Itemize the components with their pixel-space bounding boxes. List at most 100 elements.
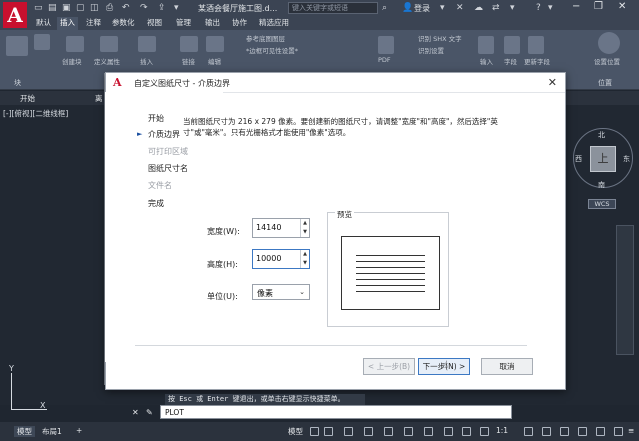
tab-insert[interactable]: 插入 <box>57 17 78 30</box>
annotation-scale[interactable]: 1:1 <box>496 426 508 435</box>
insert-icon[interactable] <box>138 36 156 52</box>
wcs-menu[interactable]: WCS <box>588 199 616 209</box>
dropdown-icon[interactable]: ▾ <box>174 3 179 13</box>
exchange-icon[interactable]: ✕ <box>456 3 464 13</box>
tab-featured-apps[interactable]: 精选应用 <box>256 17 292 30</box>
search-icon[interactable]: ⌕ <box>382 3 387 13</box>
fullscreen-icon[interactable] <box>614 427 623 436</box>
compass-west[interactable]: 西 <box>575 154 582 164</box>
app-logo[interactable]: A <box>0 0 30 32</box>
connect-icon[interactable]: ⇄ <box>492 3 500 13</box>
isolate-icon[interactable] <box>578 427 587 436</box>
recognize-shx-text-label[interactable]: 识别 SHX 文字 <box>418 33 462 43</box>
polar-icon[interactable] <box>364 427 373 436</box>
tab-default[interactable]: 默认 <box>33 17 54 30</box>
undo-icon[interactable]: ↶ <box>122 3 130 13</box>
restore-icon[interactable]: ❐ <box>594 1 603 12</box>
hardware-icon[interactable] <box>596 427 605 436</box>
chevron-down-icon[interactable]: ▾ <box>440 3 445 13</box>
share-icon[interactable]: ⇪ <box>158 3 166 13</box>
lineweight-icon[interactable] <box>424 427 433 436</box>
gear-icon[interactable] <box>524 427 533 436</box>
print-icon[interactable]: ⎙ <box>106 3 113 13</box>
tab-output[interactable]: 输出 <box>202 17 223 30</box>
transparency-icon[interactable] <box>444 427 453 436</box>
preview-line <box>356 273 425 274</box>
wrench-icon[interactable]: ✎ <box>146 408 153 417</box>
tab-collaborate[interactable]: 协作 <box>229 17 250 30</box>
set-location-icon[interactable] <box>598 32 620 54</box>
close-icon[interactable]: ✕ <box>618 1 626 12</box>
viewport-label[interactable]: [-][俯视][二维线框] <box>3 108 68 119</box>
file-tab-start[interactable]: 开始 <box>20 93 35 104</box>
import-icon[interactable] <box>478 36 494 54</box>
chevron-down-icon[interactable]: ▼ <box>301 228 309 237</box>
underlay-layers-label[interactable]: 参考底图图层 <box>246 33 285 43</box>
width-spin-buttons: ▲ ▼ <box>300 219 309 237</box>
menu-icon[interactable]: ≡ <box>628 426 634 435</box>
compass-north[interactable]: 北 <box>598 130 605 140</box>
field-icon[interactable] <box>504 36 520 54</box>
edit-icon[interactable] <box>206 36 224 52</box>
edit-block-icon[interactable] <box>34 34 50 50</box>
close-icon[interactable]: ✕ <box>548 76 557 89</box>
help-button[interactable]: ? <box>536 3 541 13</box>
height-value[interactable]: 10000 <box>256 254 281 263</box>
model-space-button[interactable]: 模型 <box>288 426 303 437</box>
save-as-icon[interactable]: ▢ <box>76 3 85 13</box>
chevron-down-icon[interactable]: ▾ <box>548 3 553 13</box>
width-stepper[interactable]: 14140 ▲ ▼ <box>252 218 310 238</box>
width-value[interactable]: 14140 <box>256 223 281 232</box>
update-field-icon[interactable] <box>528 36 544 54</box>
tab-view[interactable]: 视图 <box>144 17 165 30</box>
tab-parametric[interactable]: 参数化 <box>109 17 138 30</box>
file-tab-drawing[interactable]: 离 <box>95 93 103 104</box>
otrack-icon[interactable] <box>404 427 413 436</box>
layout-tab-layout1[interactable]: 布局1 <box>42 426 62 437</box>
compass-south[interactable]: 南 <box>598 180 605 190</box>
insert-block-icon[interactable] <box>6 36 28 56</box>
create-block-icon[interactable] <box>66 36 84 52</box>
pdf-import-icon[interactable] <box>378 36 394 54</box>
link-icon[interactable] <box>180 36 198 52</box>
save-icon[interactable]: ▣ <box>62 3 71 13</box>
height-stepper[interactable]: 10000 ▲ ▼ <box>252 249 310 269</box>
redo-icon[interactable]: ↷ <box>140 3 148 13</box>
annotation-visibility-icon[interactable] <box>480 427 489 436</box>
ortho-icon[interactable] <box>344 427 353 436</box>
tab-manage[interactable]: 管理 <box>173 17 194 30</box>
recognize-settings-label[interactable]: 识别设置 <box>418 45 444 55</box>
command-prompt[interactable]: PLOT <box>165 408 184 417</box>
layout-tab-model[interactable]: 模型 <box>14 426 35 437</box>
grid-icon[interactable] <box>310 427 319 436</box>
osnap-icon[interactable] <box>384 427 393 436</box>
open-icon[interactable]: ▤ <box>48 3 57 13</box>
a360-icon[interactable]: ☁ <box>474 3 483 13</box>
plus-icon[interactable] <box>542 427 551 436</box>
chevron-up-icon[interactable]: ▲ <box>301 250 309 259</box>
compass-east[interactable]: 东 <box>623 154 630 164</box>
unit-select[interactable]: 像素 ⌄ <box>252 284 310 300</box>
back-button[interactable]: < 上一步(B) <box>363 358 415 375</box>
viewcube-top[interactable]: 上 <box>590 146 616 172</box>
workspace-icon[interactable] <box>560 427 569 436</box>
navigation-bar[interactable] <box>616 225 634 355</box>
chevron-up-icon[interactable]: ▲ <box>301 219 309 228</box>
add-layout-button[interactable]: + <box>76 426 82 435</box>
tab-annotate[interactable]: 注释 <box>83 17 104 30</box>
frame-visibility-select[interactable]: *边框可见性设置* <box>246 45 298 55</box>
command-input[interactable]: PLOT <box>160 405 512 419</box>
chevron-down-icon[interactable]: ▼ <box>301 259 309 268</box>
define-attribute-icon[interactable] <box>100 36 118 52</box>
minimize-icon[interactable]: − <box>572 1 580 12</box>
cancel-button[interactable]: 取消 <box>481 358 533 375</box>
web-icon[interactable]: ◫ <box>90 3 99 13</box>
user-icon[interactable]: 👤 <box>402 3 413 13</box>
search-input[interactable]: 键入关键字或短语 <box>288 2 378 14</box>
snap-icon[interactable] <box>324 427 333 436</box>
new-icon[interactable]: ▭ <box>34 3 43 13</box>
close-icon[interactable]: ✕ <box>132 408 139 417</box>
chevron-down-icon[interactable]: ▾ <box>510 3 515 13</box>
login-button[interactable]: 登录 <box>414 3 430 14</box>
annotation-icon[interactable] <box>462 427 471 436</box>
